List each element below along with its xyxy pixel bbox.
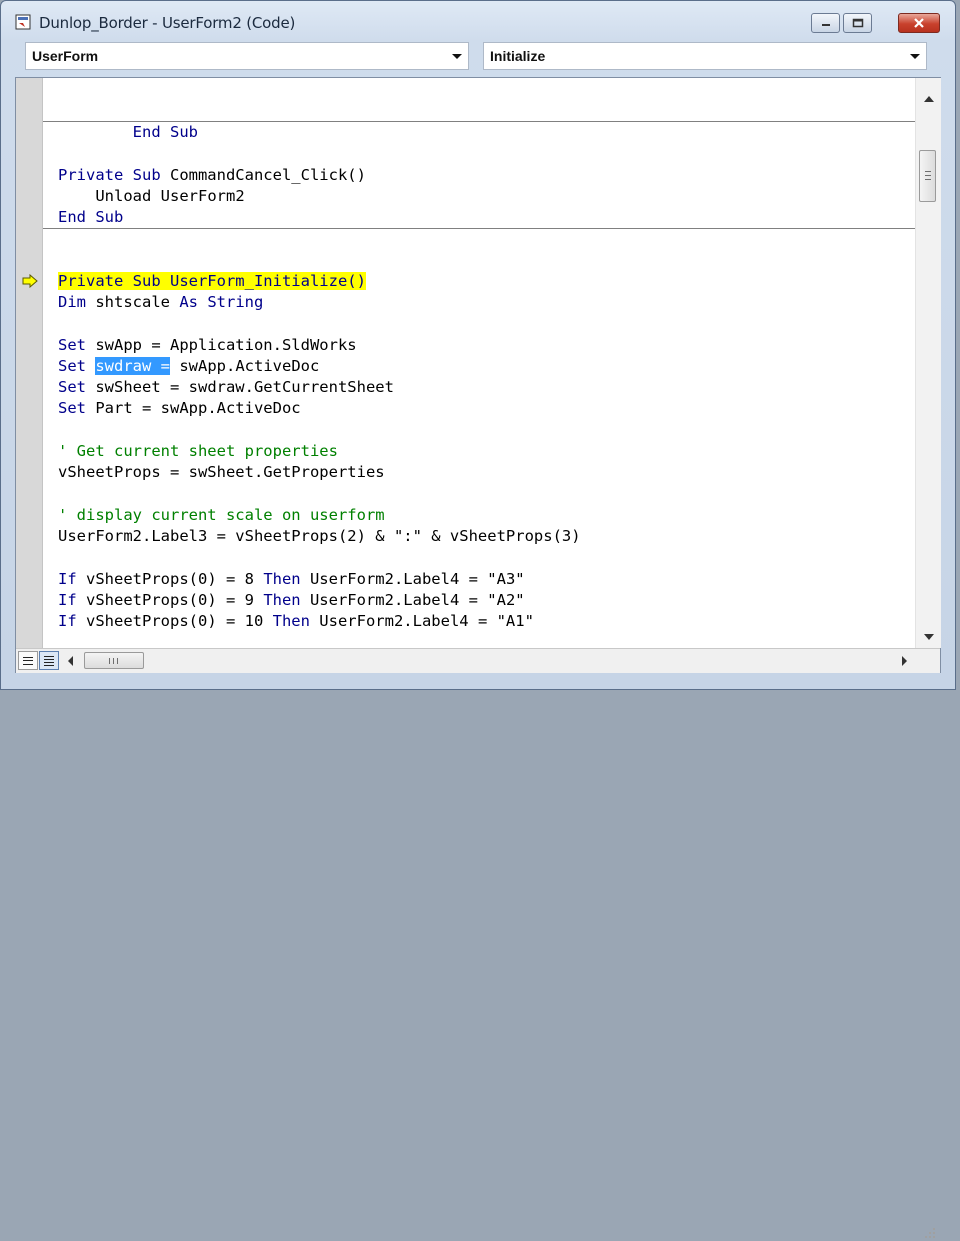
code-line: Private Sub CommandCancel_Click() (58, 165, 366, 186)
code-line: Set swdraw = swApp.ActiveDoc (58, 356, 319, 377)
code-line: Dim shtscale As String (58, 292, 263, 313)
margin-indicator-bar[interactable] (16, 78, 43, 648)
code-line: UserForm2.Label3 = vSheetProps(2) & ":" … (58, 526, 581, 547)
keyword: Dim (58, 293, 86, 311)
keyword: End Sub (132, 123, 198, 141)
code-line: ' display current scale on userform (58, 505, 385, 526)
procedure-separator (43, 121, 915, 122)
object-dropdown-value: UserForm (32, 48, 99, 64)
keyword: Private Sub (58, 166, 170, 184)
execution-highlight: Private Sub UserForm_Initialize() (58, 272, 366, 290)
close-button[interactable] (898, 13, 940, 33)
chevron-down-icon (452, 54, 462, 59)
identifier: swSheet = swdraw.GetCurrentSheet (86, 378, 394, 396)
title-bar[interactable]: Dunlop_Border - UserForm2 (Code) (1, 1, 955, 41)
vertical-scrollbar[interactable] (915, 78, 941, 648)
minimize-icon (821, 24, 830, 26)
scroll-left-icon[interactable] (68, 656, 73, 666)
close-icon (914, 18, 924, 28)
code-line: ' Get current sheet properties (58, 441, 338, 462)
window-title: Dunlop_Border - UserForm2 (Code) (39, 14, 296, 32)
keyword: As String (179, 293, 264, 311)
code-line: Set swSheet = swdraw.GetCurrentSheet (58, 377, 394, 398)
identifier: UserForm2.Label4 = "A3" (300, 570, 525, 588)
code-line: vSheetProps = swSheet.GetProperties (58, 462, 385, 483)
procedure-separator (43, 228, 915, 229)
statement: UserForm2.Label3 = vSheetProps(2) & ":" … (58, 527, 581, 545)
code-window: Dunlop_Border - UserForm2 (Code) UserFor… (0, 0, 956, 1238)
execution-pointer-arrow-icon (22, 274, 38, 288)
keyword: End Sub (58, 208, 124, 226)
statement: vSheetProps = swSheet.GetProperties (58, 463, 385, 481)
keyword: Set (58, 336, 86, 354)
comment: ' display current scale on userform (58, 506, 385, 524)
procedure-view-button[interactable] (18, 651, 38, 670)
horizontal-scroll-thumb[interactable] (84, 652, 144, 669)
scroll-down-icon[interactable] (924, 634, 934, 640)
procedure-dropdown[interactable]: Initialize (483, 42, 927, 70)
full-module-view-button[interactable] (39, 651, 59, 670)
keyword: Set (58, 399, 86, 417)
identifier: swApp = Application.SldWorks (86, 336, 357, 354)
keyword: Then (263, 591, 301, 609)
identifier: UserForm2.Label4 = "A1" (309, 612, 534, 630)
minimize-button[interactable] (811, 13, 840, 33)
code-line: If vSheetProps(0) = 8 Then UserForm2.Lab… (58, 569, 525, 590)
code-text-area[interactable]: End Sub Private Sub CommandCancel_Click(… (43, 78, 915, 648)
statement: Unload (95, 187, 152, 205)
identifier: CommandCancel_Click() (169, 166, 366, 184)
code-line-current: Private Sub UserForm_Initialize() (58, 271, 366, 292)
keyword: If (58, 612, 77, 630)
keyword: Then (263, 570, 301, 588)
code-line: If vSheetProps(0) = 10 Then UserForm2.La… (58, 611, 534, 632)
horizontal-scrollbar[interactable] (62, 649, 914, 673)
identifier: UserForm2 (151, 187, 245, 205)
code-line: End Sub (58, 207, 123, 228)
resize-grip-icon[interactable] (916, 1221, 938, 1241)
scroll-up-icon[interactable] (924, 96, 934, 102)
keyword: If (58, 591, 77, 609)
vba-module-icon (15, 14, 31, 30)
code-line: End Sub (58, 101, 198, 141)
identifier: shtscale (86, 293, 180, 311)
identifier: vSheetProps(0) = 9 (76, 591, 264, 609)
comment: ' Get current sheet properties (58, 442, 338, 460)
chevron-down-icon (910, 54, 920, 59)
code-line: Unload UserForm2 (58, 186, 245, 207)
text-selection: swdraw = (95, 357, 170, 375)
procedure-dropdown-value: Initialize (490, 48, 546, 64)
identifier: vSheetProps(0) = 10 (76, 612, 273, 630)
keyword: Set (58, 378, 86, 396)
keyword: Then (272, 612, 310, 630)
keyword: Set (58, 357, 86, 375)
code-editor[interactable]: End Sub Private Sub CommandCancel_Click(… (15, 77, 941, 1238)
code-line: Set swApp = Application.SldWorks (58, 335, 357, 356)
editor-bottom-bar (16, 648, 940, 1238)
identifier: swApp.ActiveDoc (170, 357, 320, 375)
keyword: If (58, 570, 77, 588)
code-line: Set Part = swApp.ActiveDoc (58, 398, 301, 419)
vertical-scroll-thumb[interactable] (919, 150, 936, 202)
object-dropdown[interactable]: UserForm (25, 42, 469, 70)
identifier: Part = swApp.ActiveDoc (86, 399, 301, 417)
identifier: vSheetProps(0) = 8 (76, 570, 264, 588)
maximize-icon (852, 18, 863, 28)
scroll-right-icon[interactable] (902, 656, 907, 666)
identifier: UserForm2.Label4 = "A2" (300, 591, 525, 609)
procedure-bar: UserForm Initialize (21, 42, 931, 72)
code-line: If vSheetProps(0) = 9 Then UserForm2.Lab… (58, 590, 525, 611)
maximize-button[interactable] (843, 13, 872, 33)
